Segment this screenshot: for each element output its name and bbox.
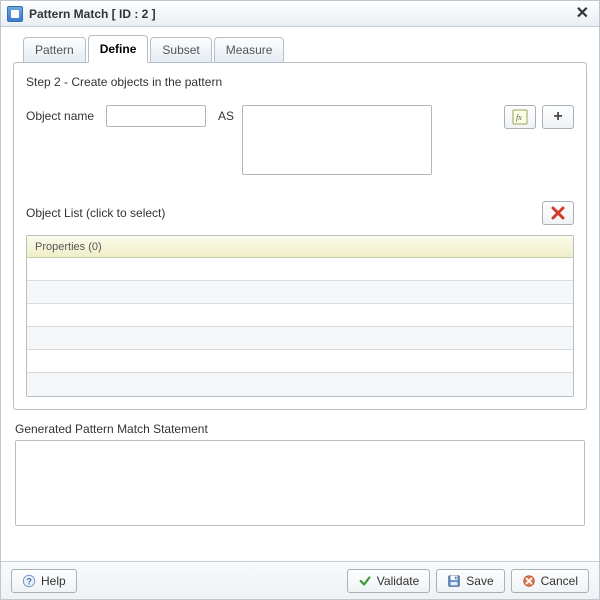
help-button-label: Help (41, 574, 66, 588)
delete-icon (550, 205, 566, 221)
help-button[interactable]: ? Help (11, 569, 77, 593)
plus-icon: + (553, 109, 562, 125)
table-row[interactable] (27, 281, 573, 304)
object-list-title: Object List (click to select) (26, 206, 165, 220)
close-icon[interactable]: ✕ (572, 6, 593, 22)
save-icon (447, 574, 461, 588)
tab-pattern[interactable]: Pattern (23, 37, 86, 63)
properties-table: Properties (0) (26, 235, 574, 397)
validate-button[interactable]: Validate (347, 569, 430, 593)
validate-button-label: Validate (377, 574, 419, 588)
fx-icon: fx (512, 109, 528, 125)
content-area: Pattern Define Subset Measure Step 2 - C… (1, 27, 599, 561)
table-row[interactable] (27, 258, 573, 281)
define-panel: Step 2 - Create objects in the pattern O… (13, 62, 587, 410)
cancel-button-label: Cancel (541, 574, 578, 588)
table-row[interactable] (27, 327, 573, 350)
cancel-button[interactable]: Cancel (511, 569, 589, 593)
dialog-window: Pattern Match [ ID : 2 ] ✕ Pattern Defin… (0, 0, 600, 600)
tab-bar: Pattern Define Subset Measure (1, 27, 599, 63)
as-label: AS (218, 105, 242, 123)
add-button[interactable]: + (542, 105, 574, 129)
svg-text:?: ? (27, 576, 32, 586)
object-list-header: Object List (click to select) (26, 201, 574, 225)
generated-statement-box (15, 440, 585, 526)
cancel-icon (522, 574, 536, 588)
properties-column-header: Properties (0) (35, 241, 102, 253)
fx-button[interactable]: fx (504, 105, 536, 129)
object-name-input[interactable] (106, 105, 206, 127)
table-row[interactable] (27, 304, 573, 327)
object-form-row: Object name AS fx + (26, 105, 574, 175)
button-bar: ? Help Validate Save (1, 561, 599, 599)
title-bar: Pattern Match [ ID : 2 ] ✕ (1, 1, 599, 27)
table-row[interactable] (27, 373, 573, 396)
tab-define[interactable]: Define (88, 35, 149, 63)
help-icon: ? (22, 574, 36, 588)
generated-label: Generated Pattern Match Statement (15, 422, 585, 436)
app-icon (7, 6, 23, 22)
save-button-label: Save (466, 574, 493, 588)
table-row[interactable] (27, 350, 573, 373)
tab-measure[interactable]: Measure (214, 37, 285, 63)
check-icon (358, 574, 372, 588)
save-button[interactable]: Save (436, 569, 504, 593)
step-title: Step 2 - Create objects in the pattern (26, 75, 574, 89)
tab-subset[interactable]: Subset (150, 37, 211, 63)
window-title: Pattern Match [ ID : 2 ] (29, 7, 156, 21)
object-name-label: Object name (26, 105, 106, 123)
svg-text:fx: fx (516, 113, 522, 122)
as-input[interactable] (242, 105, 432, 175)
properties-table-header[interactable]: Properties (0) (27, 236, 573, 258)
delete-button[interactable] (542, 201, 574, 225)
